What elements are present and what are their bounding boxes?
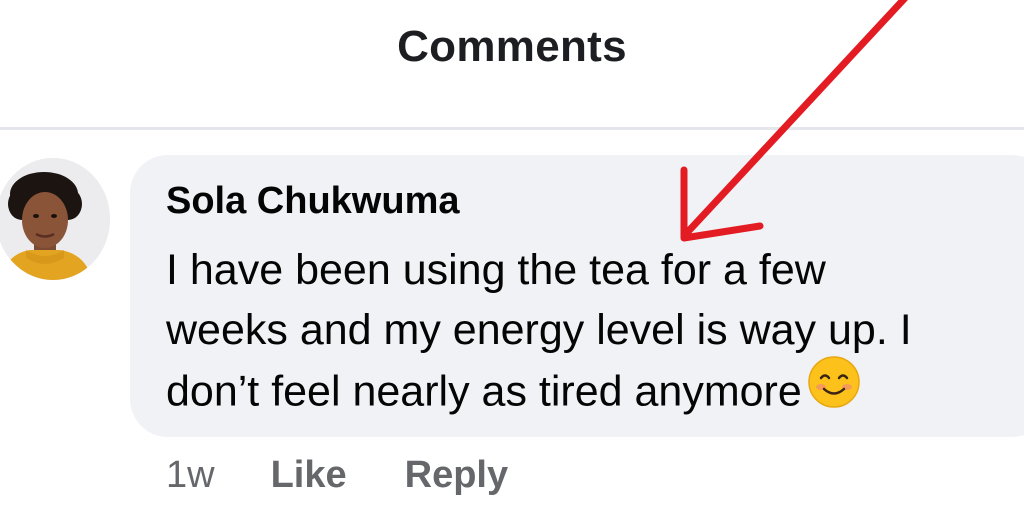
like-button[interactable]: Like <box>271 454 347 497</box>
comment-timestamp: 1w <box>166 453 215 496</box>
comment-line: I have been using the tea for a few <box>166 246 826 294</box>
page-title: Comments <box>397 22 627 71</box>
comment-text: I have been using the tea for a few week… <box>166 240 1016 428</box>
comment-actions: 1w Like Reply <box>166 452 566 498</box>
comment-author[interactable]: Sola Chukwuma <box>166 180 460 223</box>
comments-screen: Comments Sola Chukwuma I have been using… <box>0 0 1024 506</box>
comment-line: don’t feel nearly as tired anymore <box>166 367 802 416</box>
reply-button[interactable]: Reply <box>405 454 508 497</box>
comment-line-with-emoji: don’t feel nearly as tired anymore <box>166 356 1016 428</box>
avatar-photo <box>0 158 110 280</box>
avatar[interactable] <box>0 158 110 280</box>
header-divider <box>0 127 1024 130</box>
smiling-face-icon <box>808 356 860 424</box>
comment-line: weeks and my energy level is way up. I <box>166 306 912 354</box>
